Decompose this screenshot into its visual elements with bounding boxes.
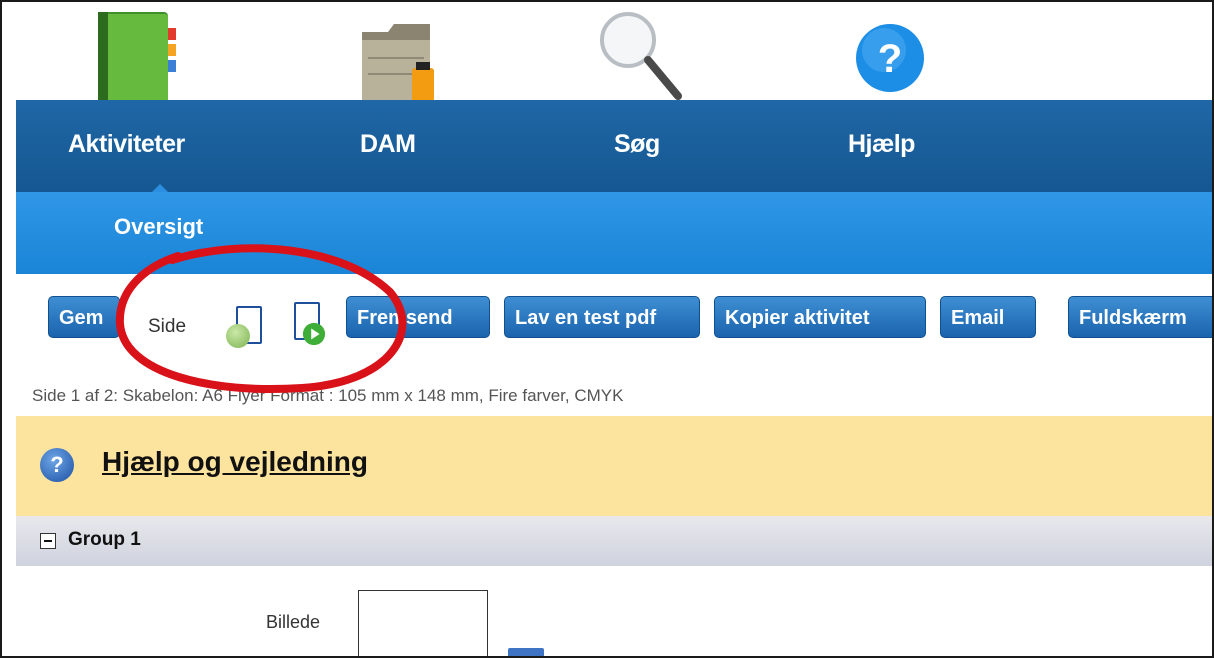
annotation-ellipse: [115, 244, 407, 394]
app-window: ? Aktiviteter DAM Søg Hjælp Oversigt Gem…: [0, 0, 1214, 658]
